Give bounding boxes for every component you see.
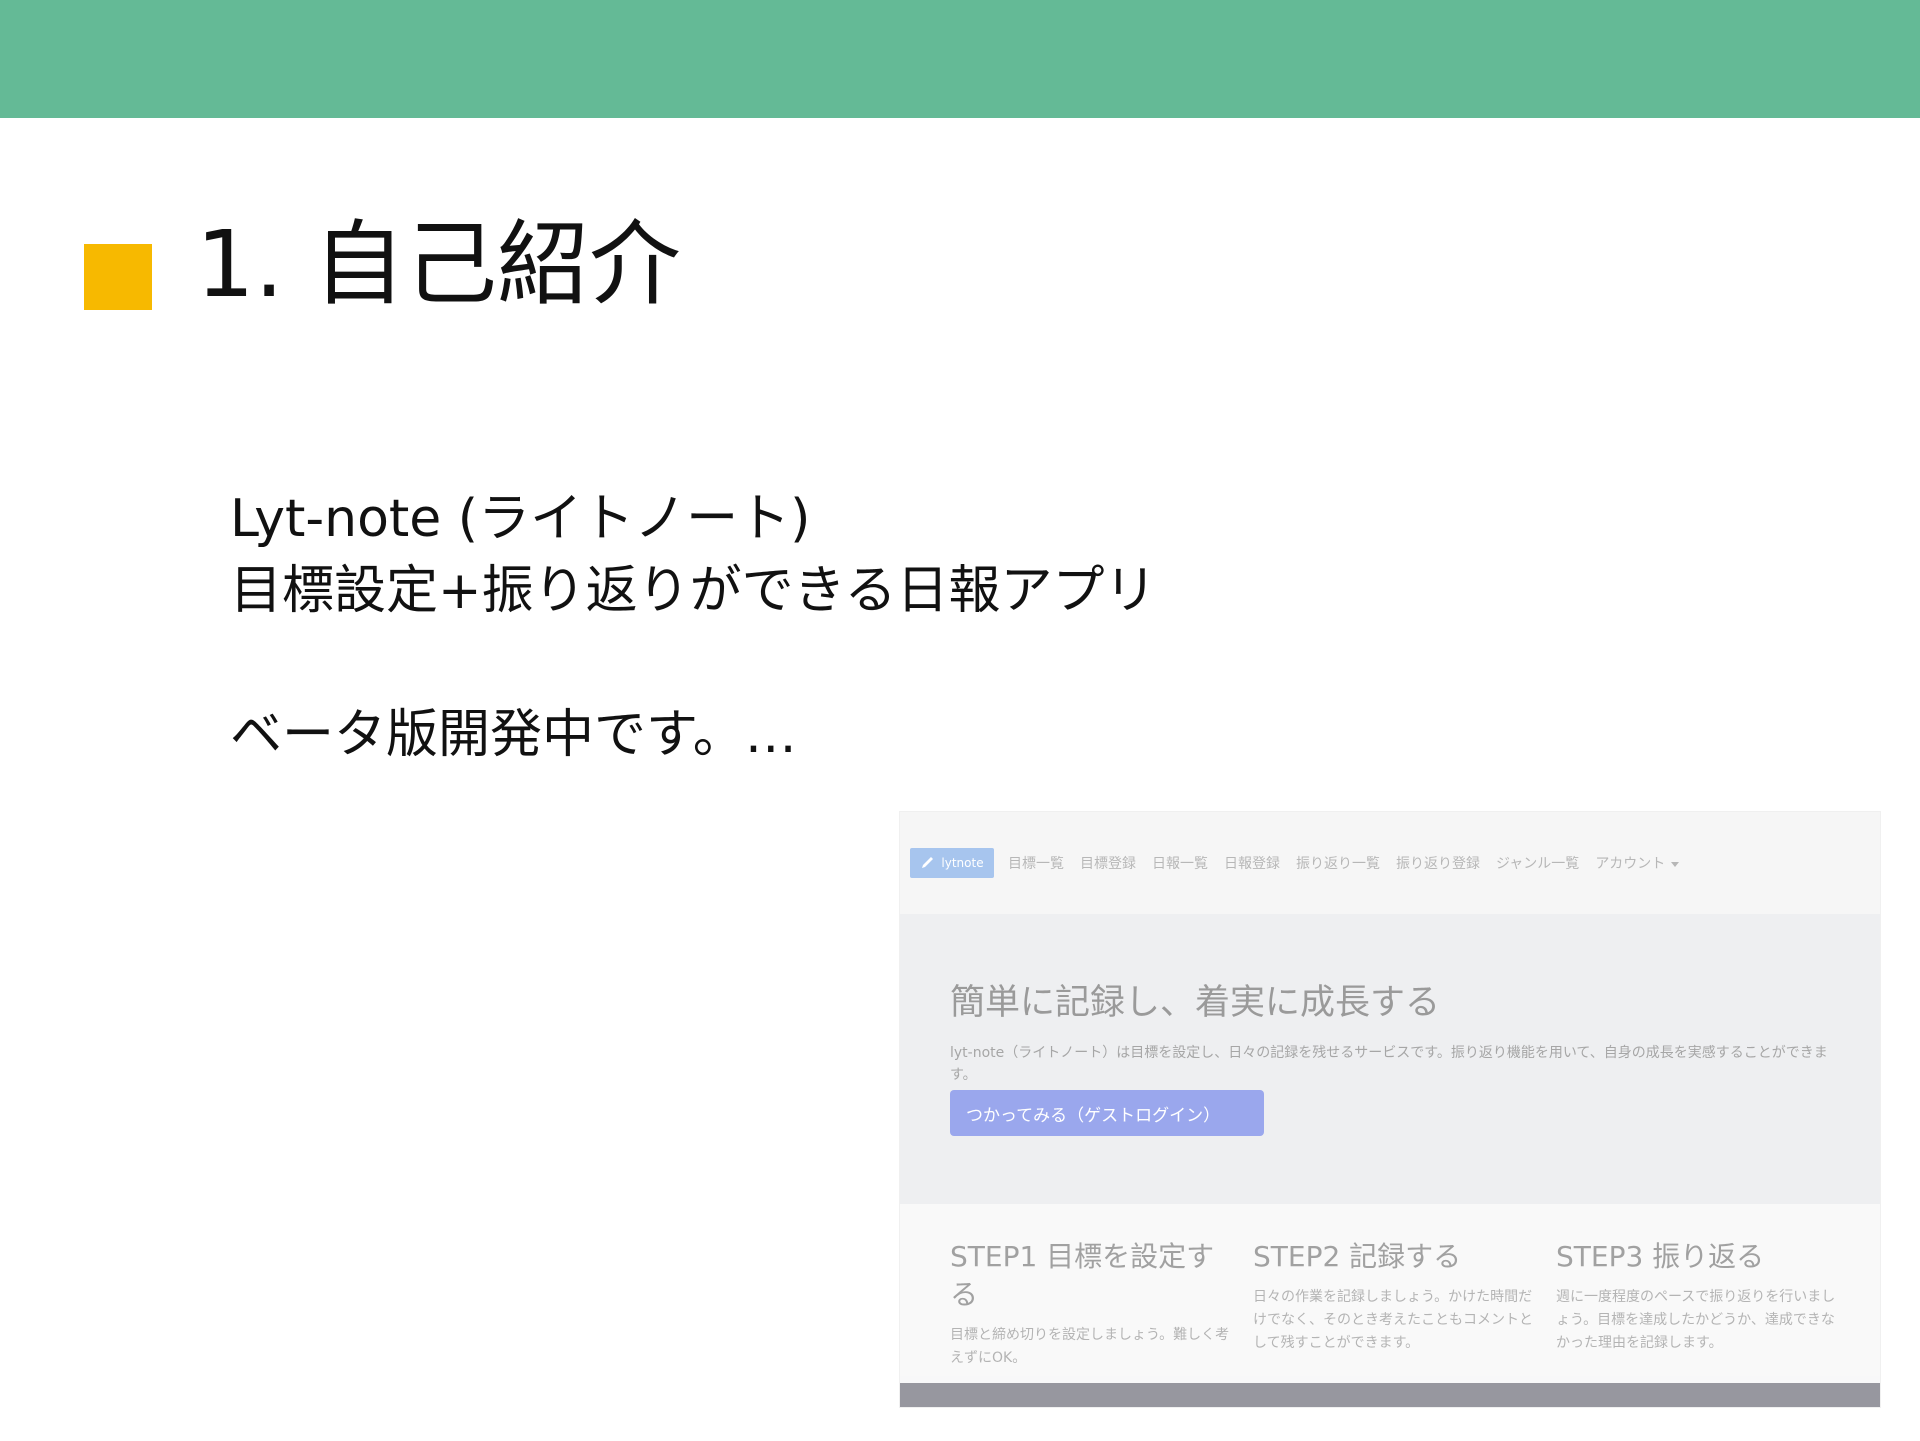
step-description: 日々の作業を記録しましょう。かけた時間だけでなく、そのとき考えたこともコメントと… bbox=[1253, 1289, 1533, 1351]
step-title: STEP3 振り返る bbox=[1556, 1240, 1765, 1273]
hero-section: 簡単に記録し、着実に成長する lyt-note（ライトノート）は目標を設定し、日… bbox=[900, 914, 1880, 1204]
brand-name: lytnote bbox=[941, 856, 984, 870]
step-1: STEP1 目標を設定する 目標と締め切りを設定しましょう。難しく考えずにOK。 bbox=[950, 1238, 1232, 1370]
nav-menu: 目標一覧 目標登録 日報一覧 日報登録 振り返り一覧 振り返り登録 ジャンル一覧… bbox=[1008, 853, 1695, 873]
step-title: STEP1 目標を設定する bbox=[950, 1240, 1215, 1311]
nav-item-goal-register[interactable]: 目標登録 bbox=[1080, 853, 1136, 873]
nav-item-review-list[interactable]: 振り返り一覧 bbox=[1296, 853, 1380, 873]
body-line-beta-note: ベータ版開発中です。… bbox=[230, 705, 797, 765]
app-screenshot: lytnote 目標一覧 目標登録 日報一覧 日報登録 振り返り一覧 振り返り登… bbox=[900, 812, 1880, 1407]
nav-item-goal-list[interactable]: 目標一覧 bbox=[1008, 853, 1064, 873]
nav-item-report-list[interactable]: 日報一覧 bbox=[1152, 853, 1208, 873]
caret-down-icon bbox=[1671, 861, 1680, 867]
pencil-icon bbox=[922, 857, 934, 868]
step-3: STEP3 振り返る 週に一度程度のペースで振り返りを行いましょう。目標を達成し… bbox=[1556, 1238, 1838, 1355]
nav-item-report-register[interactable]: 日報登録 bbox=[1224, 853, 1280, 873]
hero-description: lyt-note（ライトノート）は目標を設定し、日々の記録を残せるサービスです。… bbox=[950, 1045, 1828, 1083]
guest-login-button[interactable]: つかってみる（ゲストログイン） bbox=[950, 1090, 1264, 1136]
step-description: 週に一度程度のペースで振り返りを行いましょう。目標を達成したかどうか、達成できな… bbox=[1556, 1289, 1836, 1351]
brand-logo[interactable]: lytnote bbox=[910, 848, 994, 878]
slide-body: Lyt-note (ライトノート) 目標設定+振り返りができる日報アプリ ベータ… bbox=[230, 483, 1157, 771]
body-line-app-name: Lyt-note (ライトノート) bbox=[230, 489, 811, 549]
step-title: STEP2 記録する bbox=[1253, 1240, 1462, 1273]
nav-item-genre-list[interactable]: ジャンル一覧 bbox=[1496, 853, 1579, 873]
app-navbar: lytnote 目標一覧 目標登録 日報一覧 日報登録 振り返り一覧 振り返り登… bbox=[900, 812, 1880, 914]
title-bullet-square bbox=[84, 244, 152, 310]
step-description: 目標と締め切りを設定しましょう。難しく考えずにOK。 bbox=[950, 1327, 1230, 1366]
footer-bar bbox=[900, 1383, 1880, 1407]
top-color-band bbox=[0, 0, 1920, 118]
step-2: STEP2 記録する 日々の作業を記録しましょう。かけた時間だけでなく、そのとき… bbox=[1253, 1238, 1535, 1355]
nav-item-review-register[interactable]: 振り返り登録 bbox=[1396, 853, 1480, 873]
body-line-blank bbox=[230, 627, 1157, 699]
slide-title: 1. 自己紹介 bbox=[196, 211, 682, 318]
hero-title: 簡単に記録し、着実に成長する bbox=[950, 983, 1441, 1023]
body-line-app-description: 目標設定+振り返りができる日報アプリ bbox=[230, 561, 1157, 621]
steps-section: STEP1 目標を設定する 目標と締め切りを設定しましょう。難しく考えずにOK。… bbox=[900, 1204, 1880, 1376]
nav-item-account[interactable]: アカウント bbox=[1595, 853, 1680, 873]
account-label: アカウント bbox=[1595, 856, 1666, 872]
